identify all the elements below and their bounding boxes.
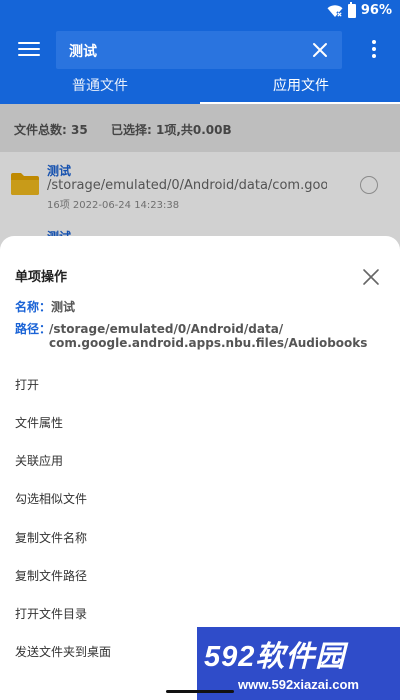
watermark-logo: 592软件园 (204, 641, 346, 673)
name-label: 名称： (15, 300, 52, 314)
path-value-line2: com.google.android.apps.nbu.files/Audiob… (49, 336, 368, 350)
tab-normal-files[interactable]: 普通文件 (72, 75, 128, 95)
close-icon[interactable] (362, 268, 380, 286)
name-row: 名称：测试 (15, 298, 75, 315)
menu-icon[interactable] (18, 39, 40, 59)
action-copy-name[interactable]: 复制文件名称 (15, 529, 87, 546)
wifi-icon (327, 4, 343, 18)
action-properties[interactable]: 文件属性 (15, 414, 63, 431)
action-associate-app[interactable]: 关联应用 (15, 452, 63, 469)
action-open[interactable]: 打开 (15, 376, 39, 393)
path-label: 路径： (15, 322, 52, 336)
name-value: 测试 (51, 300, 76, 314)
action-open-directory[interactable]: 打开文件目录 (15, 605, 87, 622)
battery-percent: 96% (360, 3, 392, 18)
app-bar: 测试 普通文件 应用文件 (0, 24, 400, 104)
home-indicator[interactable] (166, 690, 234, 693)
status-bar: 96% (0, 0, 400, 24)
clear-icon[interactable] (310, 40, 330, 60)
search-input[interactable]: 测试 (69, 41, 97, 61)
more-icon[interactable] (372, 40, 376, 58)
path-row: 路径： /storage/emulated/0/Android/data/ co… (15, 322, 367, 350)
tab-app-files[interactable]: 应用文件 (273, 75, 329, 95)
action-copy-path[interactable]: 复制文件路径 (15, 567, 87, 584)
path-value-line1: /storage/emulated/0/Android/data/ (49, 322, 284, 336)
action-send-to-desktop[interactable]: 发送文件夹到桌面 (15, 643, 111, 660)
action-select-similar[interactable]: 勾选相似文件 (15, 490, 87, 507)
battery-icon (347, 1, 356, 18)
status-indicators: 96% (327, 1, 392, 18)
search-box[interactable]: 测试 (56, 31, 342, 69)
sheet-title: 单项操作 (15, 270, 68, 285)
